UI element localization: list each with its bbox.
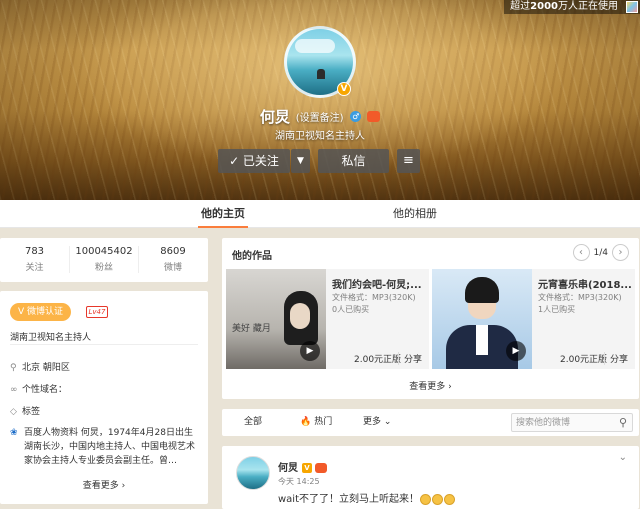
page-indicator: 1/4: [593, 247, 608, 258]
filter-hot[interactable]: 🔥 热门: [300, 409, 332, 436]
feed-timestamp[interactable]: 今天 14:25: [278, 476, 320, 487]
feed-item: 何炅 V 今天 14:25 wait不了了！立刻马上听起来！ ⌄: [222, 446, 639, 509]
work-format: 文件格式：MP3(320K): [332, 293, 416, 302]
verified-description: 湖南卫视知名主持人: [10, 333, 92, 343]
feed-avatar[interactable]: [236, 456, 270, 490]
profile-intro: 湖南卫视知名主持人: [275, 131, 365, 142]
more-menu-button[interactable]: ≡: [397, 149, 420, 173]
smile-emoji-icon: [432, 493, 444, 505]
location-text: 北京 朝阳区: [22, 363, 70, 373]
cover-hair: [465, 277, 499, 303]
level-badge[interactable]: Lv47: [86, 306, 108, 318]
works-view-more-link[interactable]: 查看更多 ›: [222, 379, 639, 392]
feed-search-input[interactable]: [516, 416, 612, 429]
stat-value: 8609: [160, 246, 186, 257]
cover-shirt: [476, 325, 488, 355]
search-icon[interactable]: ⚲: [619, 416, 627, 429]
feed-menu-chevron-icon[interactable]: ⌄: [619, 452, 627, 463]
smile-emoji-icon: [420, 493, 432, 505]
cover-caption: 美好 藏月: [232, 324, 271, 334]
link-icon: ∞: [10, 385, 18, 395]
online-users-banner[interactable]: 超过2000万人正在使用: [504, 0, 640, 14]
works-pager: ‹ 1/4 ›: [572, 244, 629, 262]
cover-face: [290, 303, 310, 329]
stat-label: 关注: [25, 263, 44, 273]
tab-album[interactable]: 他的相册: [389, 200, 441, 228]
smile-emoji-icon: [444, 493, 456, 505]
feed-author-name[interactable]: 何炅: [278, 463, 298, 474]
stat-followers[interactable]: 100045402 粉丝: [69, 246, 138, 273]
profile-tabbar: 他的主页 他的相册: [0, 200, 640, 228]
verified-icon: V: [337, 82, 351, 96]
location-row: ⚲ 北京 朝阳区: [10, 360, 70, 373]
tags-row: ◇ 标签: [10, 404, 40, 417]
info-view-more-link[interactable]: 查看更多 ›: [0, 478, 208, 491]
work-buyers: 0人已购买: [332, 305, 370, 314]
avatar-cloud: [295, 39, 335, 53]
work-share-button[interactable]: 分享: [604, 352, 628, 365]
feed-text: wait不了了！立刻马上听起来！: [278, 490, 456, 505]
next-page-button[interactable]: ›: [612, 244, 629, 261]
stat-posts[interactable]: 8609 微博: [138, 246, 207, 273]
work-format: 文件格式：MP3(320K): [538, 293, 622, 302]
profile-name: 何炅: [259, 108, 290, 126]
feed-filter-bar: 全部 🔥热门 更多 ⌄ ⚲: [222, 409, 639, 436]
work-item[interactable]: ▶ 元宵喜乐串(2018... 文件格式：MP3(320K) 1人已购买 2.0…: [432, 269, 635, 369]
work-title[interactable]: 元宵喜乐串(2018...: [538, 276, 632, 291]
works-title: 他的作品: [232, 251, 272, 262]
private-message-button[interactable]: 私信: [318, 149, 389, 173]
work-price-button[interactable]: 2.00元正版: [560, 352, 607, 365]
work-share-button[interactable]: 分享: [398, 352, 422, 365]
divider: [10, 344, 198, 345]
filter-more-dropdown[interactable]: 更多 ⌄: [363, 409, 391, 436]
album-cover[interactable]: 美好 藏月 ▶: [226, 269, 326, 369]
stat-value: 100045402: [75, 246, 133, 257]
location-icon: ⚲: [10, 363, 17, 373]
stat-label: 微博: [163, 263, 182, 273]
tags-text: 标签: [22, 407, 41, 417]
domain-text: 个性域名：: [22, 385, 68, 395]
play-icon[interactable]: ▶: [506, 341, 526, 361]
app-icon: [626, 1, 638, 13]
prev-page-button[interactable]: ‹: [572, 244, 590, 261]
stat-following[interactable]: 783 关注: [0, 246, 69, 273]
weibo-verified-badge[interactable]: V 微博认证: [10, 303, 71, 321]
tab-home[interactable]: 他的主页: [198, 200, 248, 228]
stat-label: 粉丝: [94, 263, 113, 273]
stat-value: 783: [24, 246, 45, 257]
male-gender-icon: ♂: [350, 111, 362, 122]
baike-summary[interactable]: ❀ 百度人物资料 何炅，1974年4月28日出生湖南长沙，中国内地主持人、中国电视…: [10, 426, 200, 468]
domain-row: ∞ 个性域名：: [10, 382, 67, 395]
album-cover[interactable]: ▶: [432, 269, 532, 369]
work-price-button[interactable]: 2.00元正版: [354, 352, 401, 365]
work-title[interactable]: 我们约会吧-何炅;...: [332, 276, 426, 291]
avatar-figure: [317, 69, 325, 79]
baike-text: 百度人物资料 何炅，1974年4月28日出生湖南长沙，中国内地主持人、中国电视艺…: [24, 428, 196, 466]
play-icon[interactable]: ▶: [300, 341, 320, 361]
work-buyers: 1人已购买: [538, 305, 576, 314]
stats-card: 783 关注 100045402 粉丝 8609 微博: [0, 238, 208, 282]
feed-author: 何炅 V: [278, 459, 327, 474]
set-remark-link[interactable]: (设置备注): [296, 113, 344, 124]
filter-hot-label: 热门: [314, 417, 333, 427]
work-item[interactable]: 美好 藏月 ▶ 我们约会吧-何炅;... 文件格式：MP3(320K) 0人已购…: [226, 269, 429, 369]
works-card: 他的作品 ‹ 1/4 › 美好 藏月 ▶ 我们约会吧-何炅;... 文件格式：MP3…: [222, 238, 639, 399]
feed-search-box: ⚲: [511, 413, 633, 432]
vip-member-icon[interactable]: [367, 111, 381, 122]
filter-all[interactable]: 全部: [244, 409, 262, 436]
vip-member-icon[interactable]: [315, 463, 327, 473]
verified-icon: V: [302, 463, 312, 473]
following-button[interactable]: ✓ 已关注: [218, 149, 290, 173]
baidu-paw-icon: ❀: [10, 428, 18, 438]
name-row: 何炅 (设置备注) ♂: [0, 106, 640, 127]
profile-info-card: V 微博认证 Lv47 湖南卫视知名主持人 ⚲ 北京 朝阳区 ∞ 个性域名： ◇ 标签…: [0, 291, 208, 504]
fire-icon: 🔥: [300, 417, 312, 427]
online-count: 2000: [530, 1, 558, 12]
follow-options-dropdown[interactable]: ▼: [291, 149, 310, 173]
tag-icon: ◇: [10, 407, 17, 417]
online-suffix: 万人正在使用: [558, 1, 618, 12]
feed-text-content: wait不了了！立刻马上听起来！: [278, 494, 420, 505]
online-prefix: 超过: [510, 1, 531, 12]
